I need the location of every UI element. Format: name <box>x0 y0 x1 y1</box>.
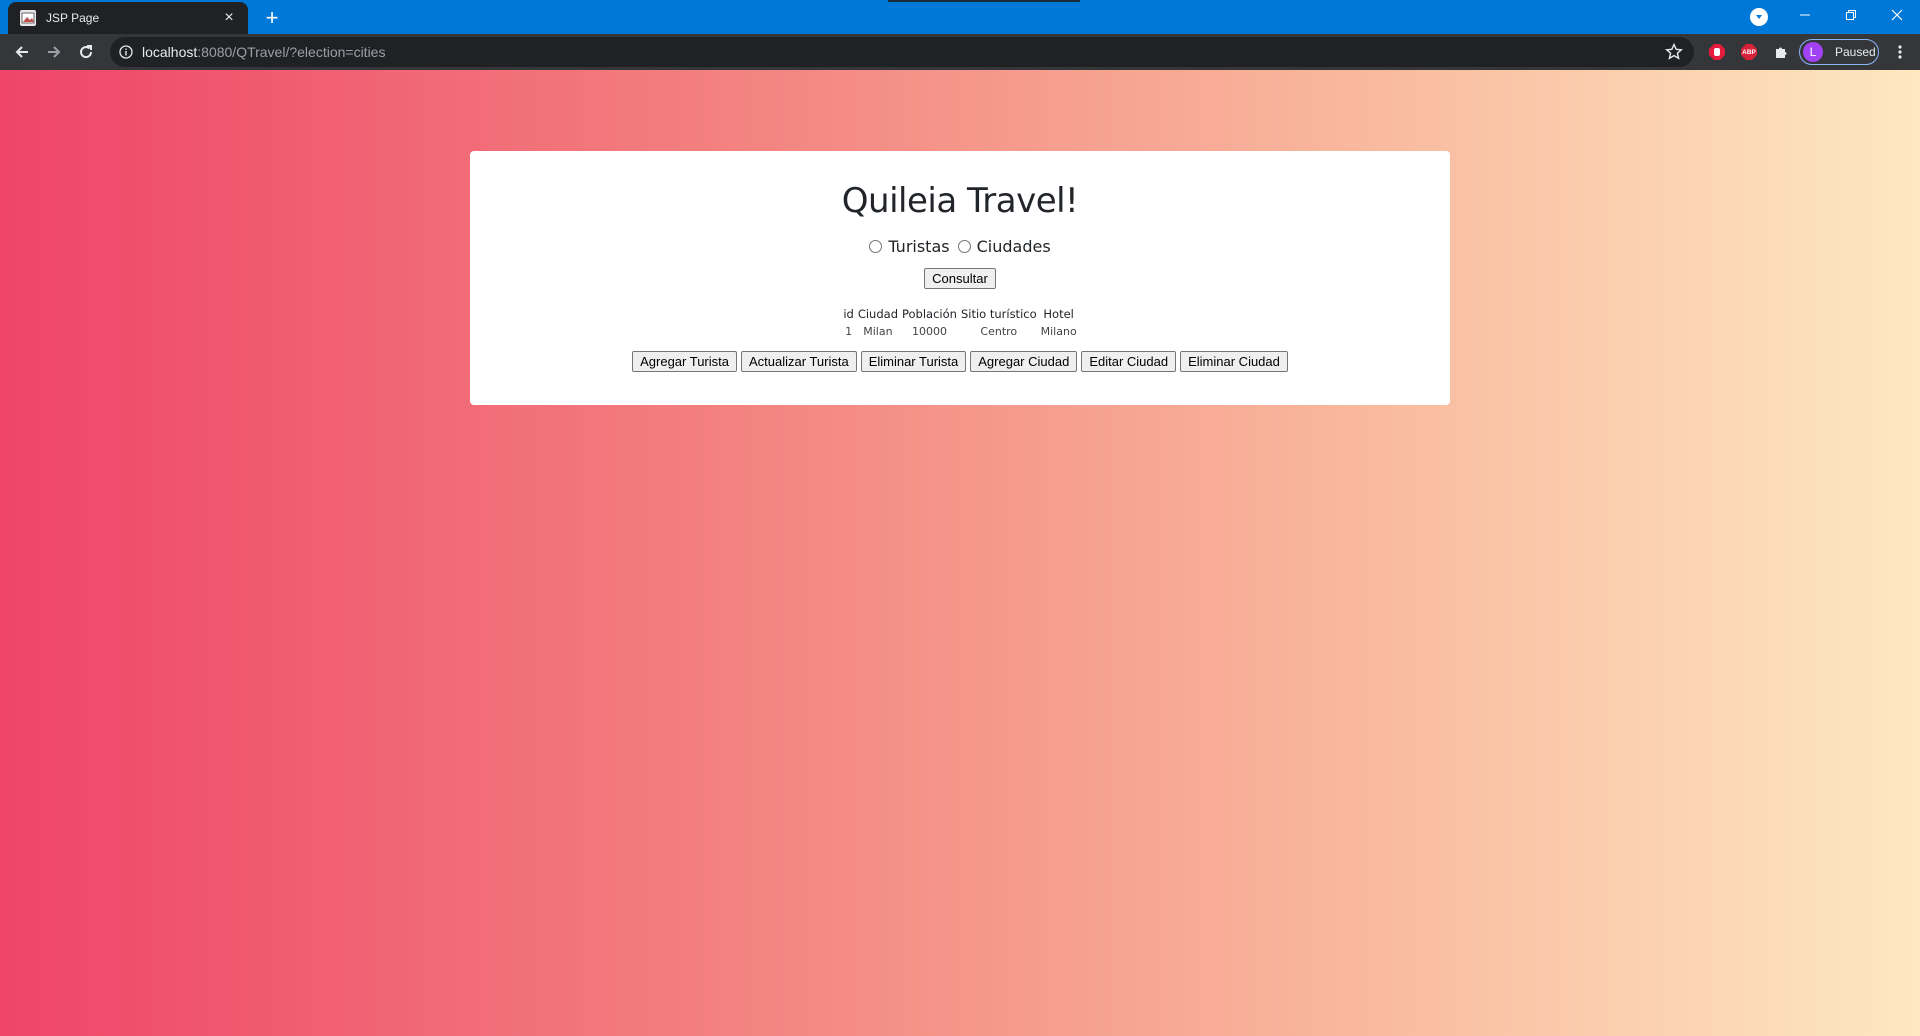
radio-label-turistas[interactable]: Turistas <box>888 237 949 256</box>
radio-label-ciudades[interactable]: Ciudades <box>977 237 1051 256</box>
site-info-icon[interactable] <box>118 44 134 60</box>
url-path: :8080/QTravel/?election=cities <box>197 44 386 60</box>
tab-close-icon[interactable]: × <box>220 9 238 27</box>
add-tourist-button[interactable]: Agregar Turista <box>632 351 737 372</box>
close-window-button[interactable] <box>1874 0 1920 30</box>
url-host: localhost <box>142 44 198 60</box>
column-header-id: id <box>843 307 854 321</box>
cell-sitio: Centro <box>980 325 1018 338</box>
reload-icon[interactable] <box>72 38 100 66</box>
tab-title: JSP Page <box>46 11 100 25</box>
bookmark-star-icon[interactable] <box>1664 42 1684 62</box>
back-arrow-icon[interactable] <box>8 38 36 66</box>
tab-search-icon[interactable] <box>1750 8 1768 26</box>
cities-table: id Ciudad Población Sitio turístico Hote… <box>840 307 1079 338</box>
profile-button[interactable]: L Paused <box>1799 39 1879 65</box>
profile-status: Paused <box>1835 45 1876 59</box>
cell-poblacion: 10000 <box>911 325 947 338</box>
column-header-hotel: Hotel <box>1043 307 1074 321</box>
main-card: Quileia Travel! Turistas Ciudades Consul… <box>470 151 1450 405</box>
delete-tourist-button[interactable]: Eliminar Turista <box>860 351 967 372</box>
minimize-button[interactable] <box>1782 0 1828 30</box>
address-bar[interactable]: localhost:8080/QTravel/?election=cities <box>110 37 1694 67</box>
column-header-sitio: Sitio turístico <box>960 307 1037 321</box>
page-viewport: Quileia Travel! Turistas Ciudades Consul… <box>0 70 1920 1036</box>
radio-turistas[interactable] <box>869 240 883 253</box>
browser-tab[interactable]: JSP Page × <box>8 2 248 34</box>
update-tourist-button[interactable]: Actualizar Turista <box>740 351 857 372</box>
kebab-menu-icon[interactable] <box>1890 42 1910 62</box>
browser-toolbar: localhost:8080/QTravel/?election=cities … <box>0 34 1920 70</box>
add-city-button[interactable]: Agregar Ciudad <box>970 351 1078 372</box>
consult-button[interactable]: Consultar <box>924 268 996 289</box>
abp-label: ABP <box>1742 48 1756 56</box>
adblock-extension-icon[interactable] <box>1707 42 1727 62</box>
radio-ciudades[interactable] <box>957 240 971 253</box>
restore-button[interactable] <box>1828 0 1874 30</box>
abp-extension-icon[interactable]: ABP <box>1739 42 1759 62</box>
election-radio-group: Turistas Ciudades <box>865 237 1054 256</box>
page-favicon-icon <box>20 10 36 26</box>
cell-hotel: Milano <box>1040 325 1077 338</box>
edit-city-button[interactable]: Editar Ciudad <box>1081 351 1177 372</box>
table-header-row: id Ciudad Población Sitio turístico Hote… <box>842 307 1077 321</box>
table-row: 1 Milan 10000 Centro Milano <box>842 321 1077 338</box>
cell-id: 1 <box>845 325 853 338</box>
action-buttons: Agregar Turista Actualizar Turista Elimi… <box>632 351 1288 372</box>
avatar: L <box>1803 42 1823 62</box>
browser-titlebar: JSP Page × + <box>0 0 1920 34</box>
delete-city-button[interactable]: Eliminar Ciudad <box>1180 351 1288 372</box>
column-header-poblacion: Población <box>902 307 957 321</box>
window-drag-indicator <box>888 0 1080 2</box>
cell-ciudad: Milan <box>863 325 893 338</box>
new-tab-button[interactable]: + <box>258 4 286 32</box>
puzzle-extensions-icon[interactable] <box>1771 42 1791 62</box>
column-header-ciudad: Ciudad <box>857 307 898 321</box>
url-text: localhost:8080/QTravel/?election=cities <box>142 44 385 60</box>
forward-arrow-icon[interactable] <box>40 38 68 66</box>
page-title: Quileia Travel! <box>841 181 1079 221</box>
